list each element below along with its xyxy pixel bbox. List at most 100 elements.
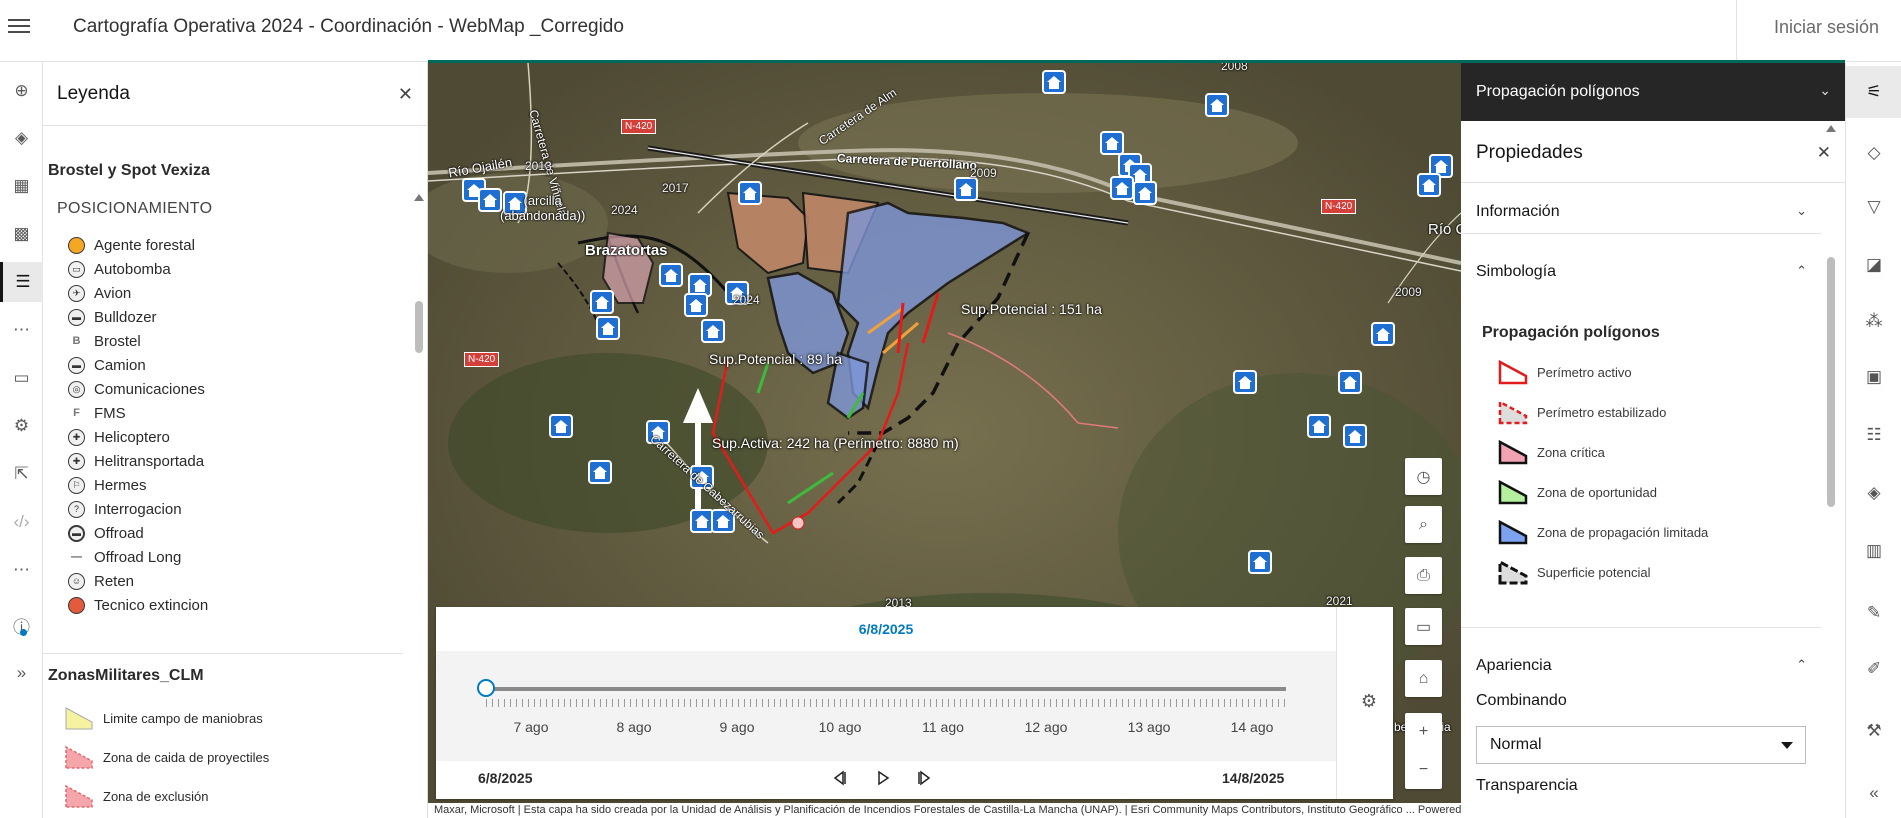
gear-icon[interactable]: ⚙ — [1361, 691, 1377, 712]
clustering-icon[interactable]: ⁂ — [1846, 299, 1901, 343]
house-icon[interactable] — [1338, 370, 1362, 394]
print-icon[interactable]: ⎙ — [1405, 557, 1442, 594]
layers-icon[interactable]: ◈ — [0, 118, 43, 158]
search-icon[interactable]: ⌕ — [1405, 506, 1442, 543]
layer-header[interactable]: Propagación polígonos ⌄ — [1461, 63, 1845, 121]
embed-icon[interactable]: ‹/› — [0, 502, 43, 542]
share-icon[interactable]: ⇱ — [0, 454, 43, 494]
blend-select[interactable]: Normal — [1476, 726, 1806, 764]
house-icon[interactable] — [1371, 322, 1395, 346]
slider-thumb[interactable] — [477, 679, 495, 697]
legend-item: ✚ Helicoptero — [68, 426, 170, 448]
play-icon[interactable] — [872, 767, 894, 789]
folder-icon[interactable]: ▭ — [0, 358, 43, 398]
effects-icon[interactable]: ◪ — [1846, 243, 1901, 287]
properties-icon[interactable]: ⚟ — [1846, 66, 1901, 118]
house-icon[interactable] — [1100, 131, 1124, 155]
filter-icon[interactable]: ▽ — [1846, 185, 1901, 229]
year-label: 2008 — [1221, 63, 1248, 73]
house-icon[interactable] — [1248, 550, 1272, 574]
labels-icon[interactable]: ◈ — [1846, 471, 1901, 515]
zoom-in-icon[interactable]: + — [1419, 723, 1428, 741]
sup-potencial-label: Sup.Potencial : 151 ha — [961, 301, 1102, 317]
zoom-out-icon[interactable]: − — [1419, 761, 1428, 779]
house-icon[interactable] — [1417, 173, 1441, 197]
house-icon[interactable] — [549, 414, 573, 438]
slider-tick-label: 14 ago — [1230, 719, 1274, 735]
basemap-icon[interactable]: ▩ — [0, 214, 43, 254]
more-icon[interactable]: ⋯ — [0, 310, 43, 350]
signin-button[interactable]: Iniciar sesión — [1774, 17, 1879, 38]
transparency-label: Transparencia — [1476, 777, 1578, 794]
measure-icon[interactable]: ✐ — [1846, 647, 1901, 691]
house-icon[interactable] — [954, 177, 978, 201]
house-icon[interactable] — [684, 293, 708, 317]
collapse-icon[interactable]: « — [1846, 771, 1901, 815]
house-icon[interactable] — [1133, 181, 1157, 205]
styles-icon[interactable]: ◇ — [1846, 131, 1901, 175]
house-icon[interactable] — [1343, 424, 1367, 448]
tools-icon[interactable]: ⚒ — [1846, 709, 1901, 753]
section-simbologia[interactable]: Simbología ⌃ — [1461, 247, 1821, 299]
house-icon[interactable] — [659, 263, 683, 287]
year-label: 2024 — [733, 293, 760, 307]
scroll-up-icon[interactable] — [1826, 125, 1836, 132]
limite-campo-icon — [65, 707, 93, 730]
charts-icon[interactable]: ▥ — [1846, 529, 1901, 573]
zona-propagacion-icon — [1498, 519, 1528, 545]
symbology-item: Zona de propagación limitada — [1497, 516, 1708, 548]
fields-icon[interactable]: ☷ — [1846, 413, 1901, 457]
home-icon[interactable]: ⌂ — [1405, 660, 1442, 697]
info-icon[interactable]: ⓘ — [0, 605, 43, 645]
close-icon[interactable]: ✕ — [398, 84, 413, 105]
section-apariencia[interactable]: Apariencia ⌃ — [1461, 641, 1821, 693]
symbology-item: Perímetro estabilizado — [1497, 396, 1666, 428]
sketch-icon[interactable]: ✎ — [1846, 591, 1901, 635]
legend-icon[interactable]: ☰ — [0, 262, 43, 302]
expand-icon[interactable]: » — [0, 653, 43, 693]
scrollbar-thumb[interactable] — [1827, 257, 1835, 507]
house-icon[interactable] — [1233, 370, 1257, 394]
house-icon[interactable] — [478, 188, 502, 212]
chevron-up-icon: ⌃ — [1796, 657, 1807, 672]
legend-item: B Brostel — [68, 330, 141, 352]
chevron-down-icon[interactable]: ⌄ — [1819, 82, 1831, 99]
scrollbar-thumb[interactable] — [415, 301, 423, 353]
house-icon[interactable] — [588, 460, 612, 484]
settings-icon[interactable]: ⚙ — [0, 406, 43, 446]
house-icon[interactable] — [1110, 176, 1134, 200]
offroad-icon: ▬ — [68, 524, 85, 542]
add-icon[interactable]: ⊕ — [0, 71, 43, 111]
legend-scrollbar[interactable] — [411, 126, 427, 818]
next-icon[interactable] — [913, 767, 935, 789]
house-icon[interactable] — [1307, 414, 1331, 438]
table-icon[interactable]: ▦ — [0, 166, 43, 206]
slider-track[interactable] — [486, 687, 1286, 691]
legend-item: ☺ Reten — [68, 570, 134, 592]
legend-item: Limite campo de maniobras — [63, 702, 263, 734]
slider-tick-label: 13 ago — [1127, 719, 1171, 735]
house-icon[interactable] — [590, 290, 614, 314]
menu-icon[interactable] — [8, 15, 30, 37]
properties-header: Propiedades ✕ — [1461, 121, 1845, 183]
house-icon[interactable] — [596, 316, 620, 340]
house-icon[interactable] — [1042, 70, 1066, 94]
house-icon[interactable] — [738, 181, 762, 205]
tecnico-extincion-icon — [68, 596, 85, 614]
popups-icon[interactable]: ▣ — [1846, 355, 1901, 399]
zoom-control: + − — [1405, 713, 1442, 789]
more-icon[interactable]: ⋯ — [0, 550, 43, 590]
slider-ticks — [486, 699, 1286, 707]
section-informacion[interactable]: Información ⌄ — [1461, 187, 1821, 239]
fms-icon: F — [73, 407, 80, 419]
house-icon[interactable] — [1205, 93, 1229, 117]
app-header: Cartografía Operativa 2024 - Coordinació… — [0, 0, 1901, 62]
divider — [1461, 233, 1821, 234]
close-icon[interactable]: ✕ — [1817, 143, 1831, 163]
clock-icon[interactable]: ◷ — [1405, 458, 1442, 495]
autobomba-icon: ▭ — [68, 260, 85, 278]
previous-icon[interactable] — [829, 767, 851, 789]
monitor-icon[interactable]: ▭ — [1405, 608, 1442, 645]
house-icon[interactable] — [701, 319, 725, 343]
legend-item: ✈ Avion — [68, 282, 131, 304]
